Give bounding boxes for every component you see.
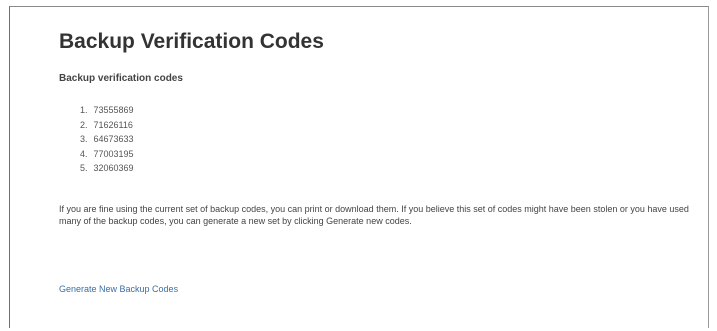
generate-new-codes-link[interactable]: Generate New Backup Codes — [59, 284, 178, 294]
code-number: 2. — [80, 119, 88, 130]
backup-code: 71626116 — [93, 119, 133, 130]
backup-code-item: 3. 64673633 — [80, 132, 134, 147]
backup-code: 77003195 — [93, 148, 134, 159]
backup-code-item: 5. 32060369 — [80, 161, 134, 176]
section-heading: Backup verification codes — [59, 73, 183, 84]
backup-code: 73555869 — [93, 105, 134, 115]
backup-code-list: 1. 73555869 2. 71626116 3. 64673633 4. 7… — [80, 103, 134, 176]
code-number: 4. — [80, 148, 88, 159]
backup-code-item: 4. 77003195 — [80, 147, 134, 162]
page-title: Backup Verification Codes — [59, 30, 324, 53]
backup-code: 64673633 — [93, 134, 134, 144]
code-number: 3. — [80, 134, 88, 144]
backup-code: 32060369 — [93, 163, 134, 173]
info-text: If you are fine using the current set of… — [59, 204, 689, 226]
backup-code-item: 1. 73555869 — [80, 103, 134, 118]
code-number: 5. — [80, 163, 88, 173]
code-number: 1. — [80, 105, 88, 115]
backup-code-item: 2. 71626116 — [80, 118, 134, 133]
